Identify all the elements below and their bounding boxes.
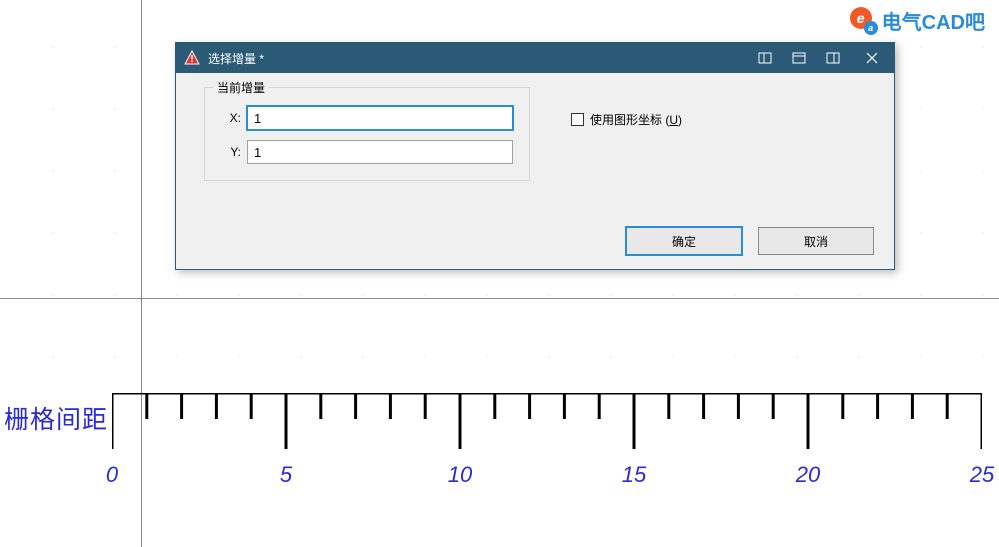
dialog-button-row: 确定 取消 — [626, 227, 874, 255]
window-restore-center-icon[interactable] — [782, 43, 816, 73]
ruler-tick-number: 20 — [796, 462, 820, 488]
crosshair-horizontal — [0, 298, 999, 299]
ruler-tick-number: 10 — [448, 462, 472, 488]
watermark-text: 电气CAD吧 — [882, 6, 985, 35]
x-input[interactable] — [247, 106, 513, 130]
dialog-titlebar[interactable]: 选择增量 * — [176, 43, 894, 73]
ruler-tick-number: 25 — [970, 462, 994, 488]
dialog-title: 选择增量 * — [208, 50, 748, 67]
watermark-logo-icon: e a — [850, 7, 878, 35]
checkbox-label: 使用图形坐标 (U) — [590, 111, 682, 128]
x-label: X: — [221, 111, 241, 125]
watermark: e a 电气CAD吧 — [850, 6, 985, 35]
x-field-row: X: — [221, 106, 513, 130]
window-restore-left-icon[interactable] — [748, 43, 782, 73]
ruler-tick-number: 15 — [622, 462, 646, 488]
crosshair-vertical — [141, 0, 142, 547]
window-restore-right-icon[interactable] — [816, 43, 850, 73]
ok-button[interactable]: 确定 — [626, 227, 742, 255]
checkbox-box-icon[interactable] — [571, 113, 584, 126]
y-field-row: Y: — [221, 140, 513, 164]
select-increment-dialog: 选择增量 * 当前增量 X: Y: 使用图形坐标 (U) — [175, 42, 895, 270]
cancel-button[interactable]: 取消 — [758, 227, 874, 255]
ruler-graphic — [112, 393, 982, 453]
y-label: Y: — [221, 145, 241, 159]
current-increment-group: 当前增量 X: Y: — [204, 87, 530, 181]
close-button[interactable] — [850, 43, 894, 73]
ruler-tick-number: 0 — [106, 462, 118, 488]
grid-spacing-label: 栅格间距 — [4, 400, 108, 436]
group-label: 当前增量 — [213, 79, 269, 96]
app-warning-icon — [184, 50, 200, 66]
dialog-body: 当前增量 X: Y: 使用图形坐标 (U) 确定 取消 — [176, 73, 894, 195]
y-input[interactable] — [247, 140, 513, 164]
ruler-tick-number: 5 — [280, 462, 292, 488]
use-graphic-coords-checkbox[interactable]: 使用图形坐标 (U) — [571, 111, 682, 128]
